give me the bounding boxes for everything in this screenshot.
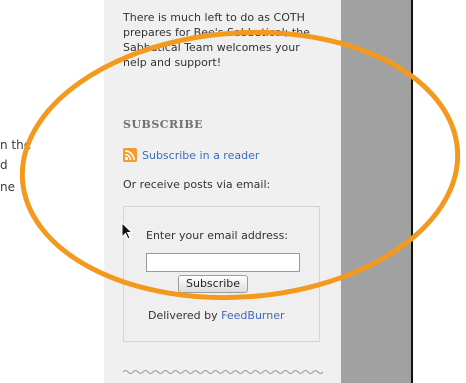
delivered-by-note: Delivered by FeedBurner — [148, 309, 285, 322]
main-text-fragment: n the — [0, 138, 32, 152]
email-field-label: Enter your email address: — [146, 229, 289, 242]
subscribe-in-reader-label[interactable]: Subscribe in a reader — [142, 149, 259, 162]
main-content-column: n the d ne — [0, 0, 104, 383]
sidebar-intro-text: There is much left to do as COTH prepare… — [123, 11, 310, 69]
wavy-divider — [123, 370, 323, 374]
main-text-fragment: d — [0, 158, 8, 172]
main-text-fragment: ne — [0, 180, 15, 194]
email-field[interactable] — [146, 253, 300, 272]
subscribe-heading: SUBSCRIBE — [123, 118, 204, 131]
feedburner-link[interactable]: FeedBurner — [221, 309, 284, 322]
mouse-pointer-icon — [121, 222, 134, 240]
subscribe-button[interactable]: Subscribe — [178, 275, 249, 293]
subscribe-in-reader-link[interactable]: Subscribe in a reader — [123, 148, 259, 162]
page-edge-line — [411, 0, 413, 383]
sidebar-border-bar — [341, 0, 411, 383]
email-subscribe-form: Enter your email address: Subscribe Deli… — [123, 206, 320, 342]
rss-icon — [123, 148, 137, 162]
delivered-by-prefix: Delivered by — [148, 309, 222, 322]
email-subscription-note: Or receive posts via email: — [123, 178, 271, 191]
